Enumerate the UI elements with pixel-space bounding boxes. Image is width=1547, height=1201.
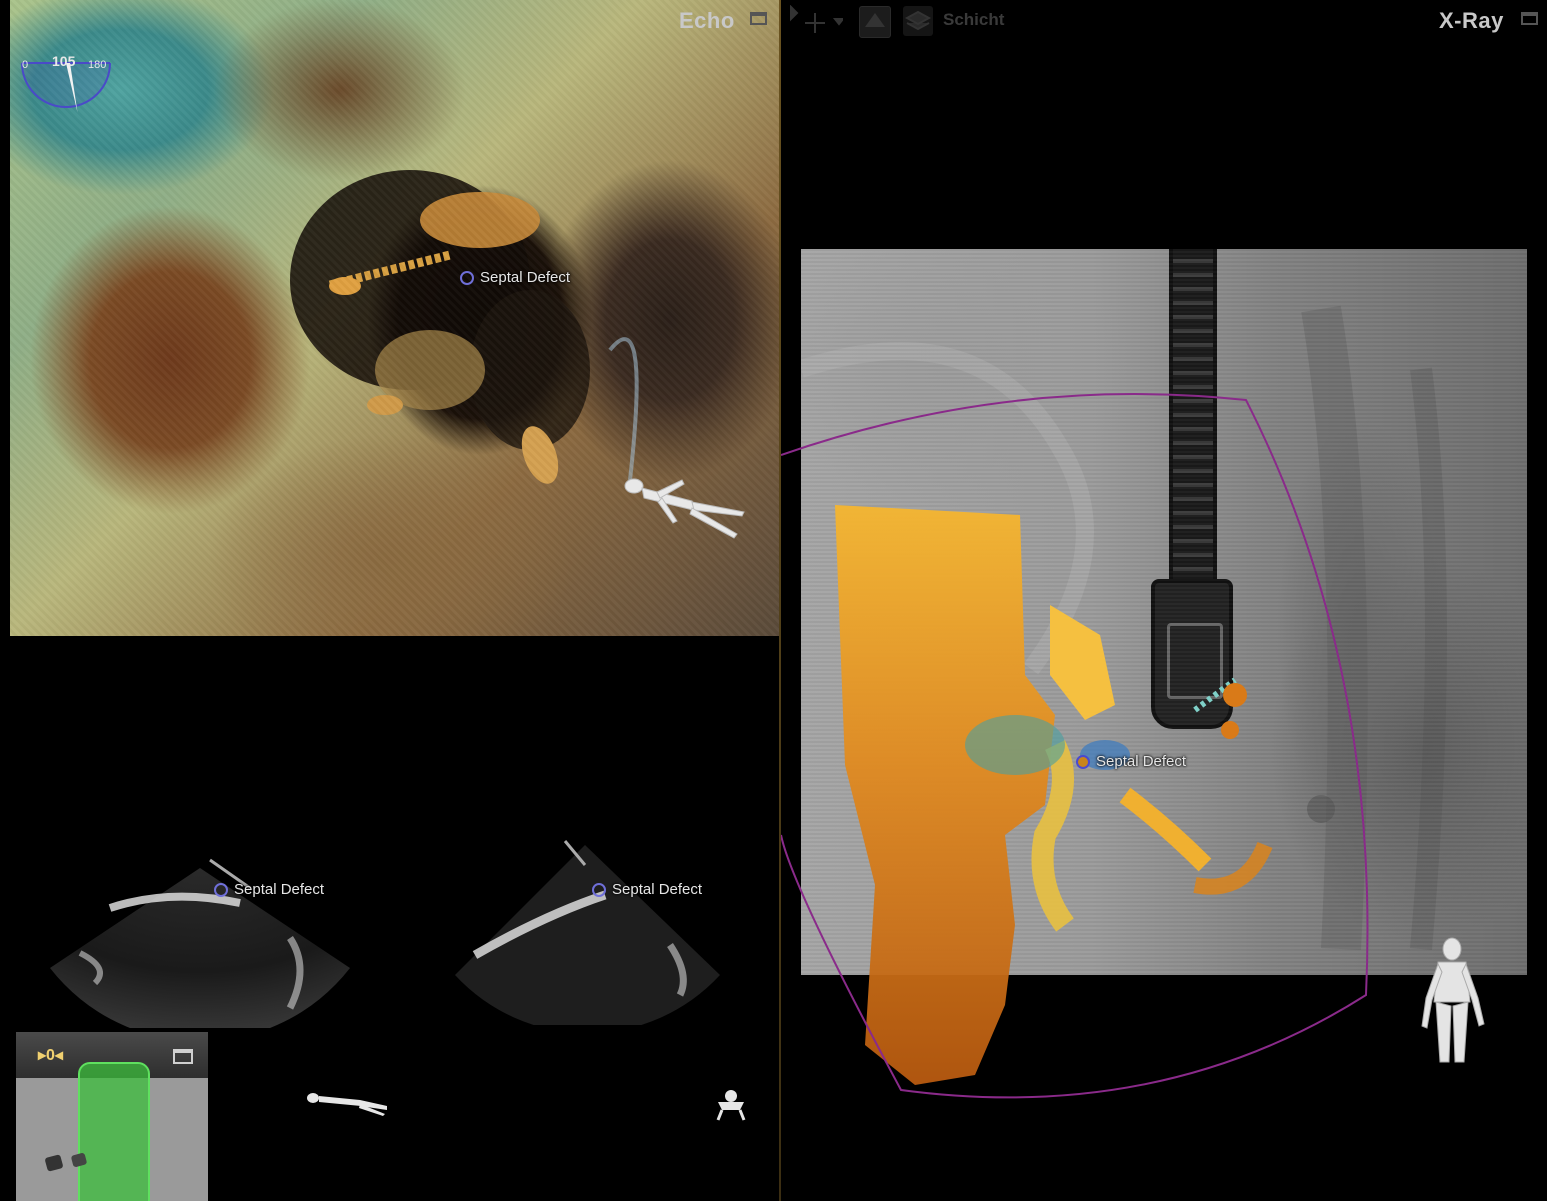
body-orientation-icon <box>1421 937 1485 1063</box>
probe-angle-gauge: 0 105 180 <box>20 53 112 119</box>
layer-icon[interactable] <box>859 6 891 38</box>
body-orientation-icon <box>624 478 745 539</box>
mini-view-label: ▸0◂ <box>38 1047 63 1064</box>
move-icon[interactable] <box>787 5 843 37</box>
echo-fov-outline <box>781 393 1369 1099</box>
marker-label: Septal Defect <box>1096 753 1187 770</box>
body-orientation-icon <box>716 1090 746 1121</box>
marker-label: Septal Defect <box>612 881 703 898</box>
septal-defect-marker-right[interactable]: Septal Defect <box>592 881 702 898</box>
marker-icon <box>1076 754 1090 769</box>
echo-2d-sector-right[interactable] <box>455 835 720 1025</box>
angle-min-label: 0 <box>22 59 29 71</box>
body-orientation-icon <box>307 1093 387 1116</box>
mini-xray-view[interactable]: ▸0◂ <box>16 1032 208 1201</box>
maximize-icon[interactable] <box>750 12 767 25</box>
xray-toolbar: Schicht <box>781 0 1547 42</box>
echo-panel: 0 105 180 Echo Septal Defect Septal Defe… <box>0 0 779 1201</box>
xray-panel-title: X-Ray <box>1439 8 1504 33</box>
marker-icon <box>592 882 606 897</box>
septal-defect-marker-xray[interactable]: Septal Defect <box>1076 753 1186 770</box>
marker-label: Septal Defect <box>234 881 325 898</box>
angle-value-label: 105 <box>52 53 76 69</box>
septal-defect-marker-3d[interactable]: Septal Defect <box>460 269 570 286</box>
layer-label[interactable]: Schicht <box>943 10 1004 30</box>
device-overlay <box>78 1062 150 1201</box>
mini-object <box>45 1153 87 1172</box>
maximize-icon[interactable] <box>173 1049 193 1064</box>
septal-defect-marker-left[interactable]: Septal Defect <box>214 881 324 898</box>
angle-max-label: 180 <box>88 59 107 71</box>
marker-icon <box>214 882 228 897</box>
marker-icon <box>460 270 474 285</box>
marker-label: Septal Defect <box>480 269 571 286</box>
echo-panel-title: Echo <box>679 8 735 33</box>
layer-stack-icon[interactable] <box>903 6 933 36</box>
maximize-icon[interactable] <box>1521 12 1538 25</box>
